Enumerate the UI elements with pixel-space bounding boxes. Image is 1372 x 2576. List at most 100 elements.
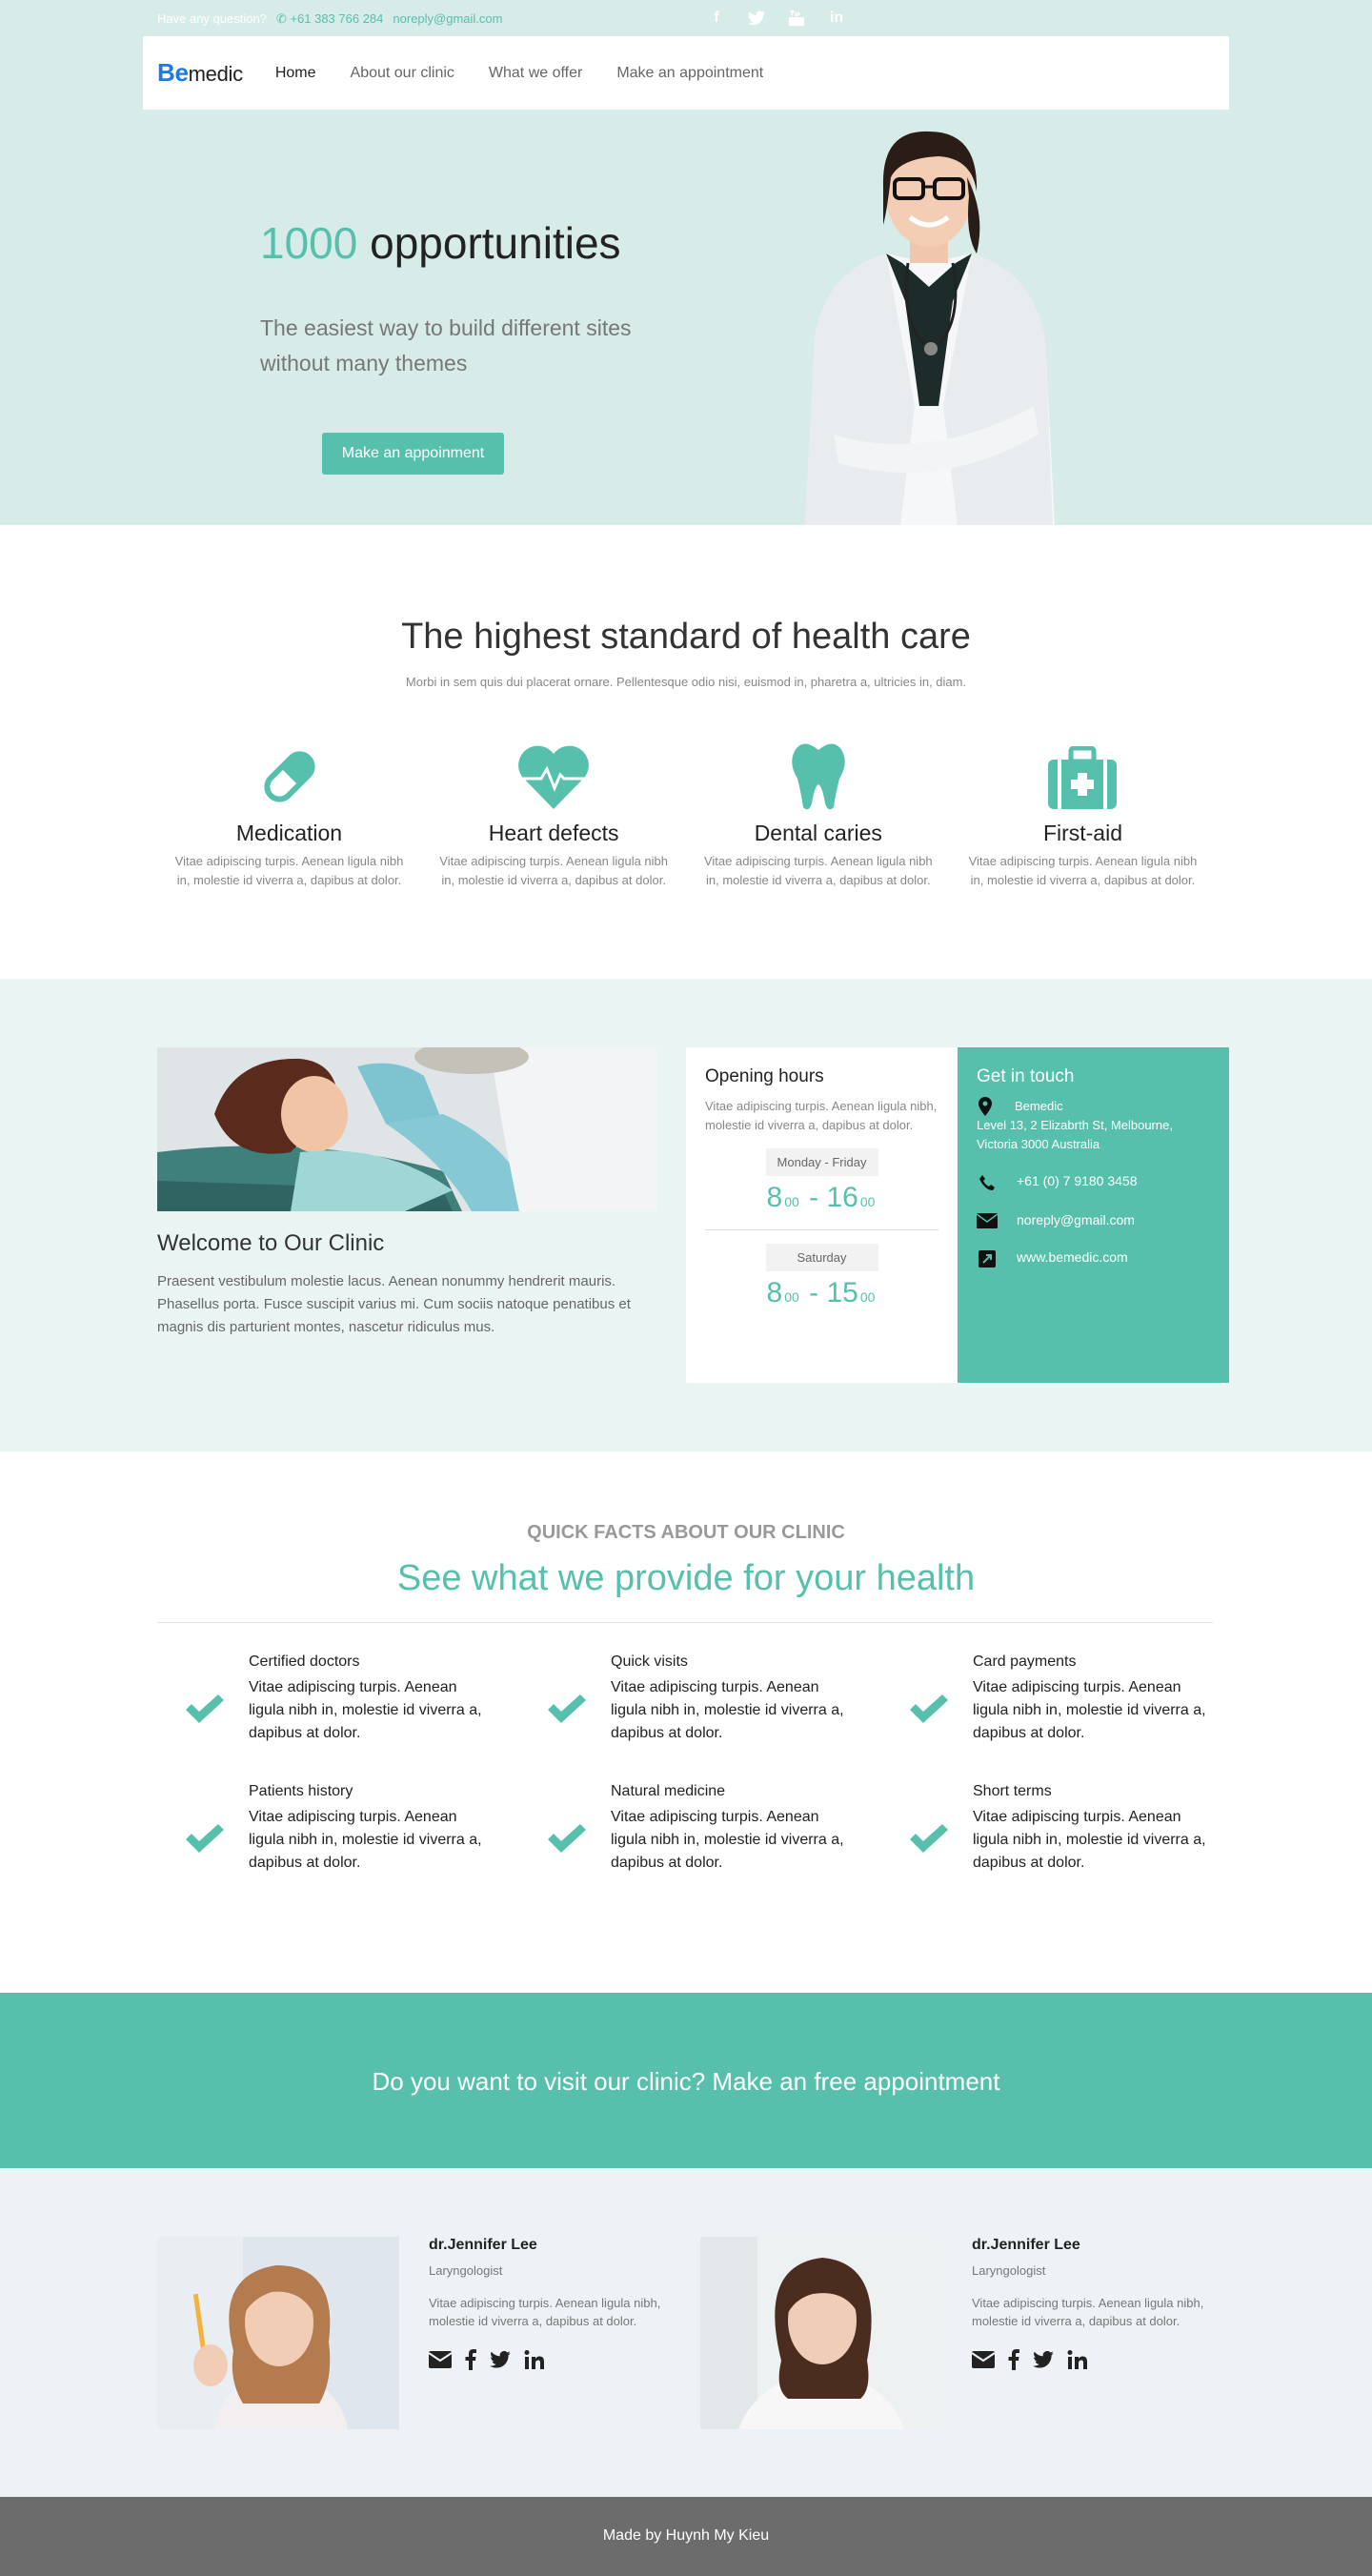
doctor-social bbox=[429, 2349, 705, 2370]
nav-home[interactable]: Home bbox=[275, 65, 316, 82]
fact-item: Quick visits Vitae adipiscing turpis. Aen… bbox=[519, 1653, 881, 1745]
nav-offer[interactable]: What we offer bbox=[489, 65, 582, 82]
facebook-icon[interactable]: f bbox=[707, 9, 726, 28]
page-footer: Made by Huynh My Kieu bbox=[0, 2497, 1372, 2576]
first-aid-kit-icon bbox=[951, 725, 1215, 811]
doctor-info: dr.Jennifer Lee Laryngologist Vitae adip… bbox=[429, 2237, 705, 2370]
fact-title: Patients history bbox=[249, 1783, 353, 1799]
facts-divider bbox=[157, 1622, 1213, 1623]
fact-title: Natural medicine bbox=[611, 1783, 726, 1799]
main-navbar: Bemedic Home About our clinic What we of… bbox=[143, 36, 1229, 110]
heart-pulse-icon bbox=[422, 725, 686, 811]
contact-phone[interactable]: +61 (0) 7 9180 3458 bbox=[977, 1173, 1210, 1191]
feature-text: Vitae adipiscing turpis. Aenean ligula n… bbox=[703, 854, 933, 887]
nav-appointment[interactable]: Make an appointment bbox=[616, 65, 763, 82]
linkedin-icon[interactable] bbox=[1067, 2349, 1088, 2370]
hero-appointment-button[interactable]: Make an appoinment bbox=[322, 433, 504, 475]
weekdays-time: 8 00 - 16 00 bbox=[766, 1182, 876, 1213]
feature-heart: Heart defects Vitae adipiscing turpis. A… bbox=[422, 725, 686, 890]
feature-text: Vitae adipiscing turpis. Aenean ligula n… bbox=[174, 854, 404, 887]
top-phone[interactable]: ✆ +61 383 766 284 bbox=[276, 11, 383, 27]
feature-title: First-aid bbox=[1042, 821, 1122, 845]
fact-text: Vitae adipiscing turpis. Aenean ligula n… bbox=[611, 1679, 844, 1741]
checkmark-icon bbox=[519, 1653, 588, 1745]
checkmark-icon bbox=[881, 1653, 950, 1745]
footer-credit: Made by Huynh My Kieu bbox=[602, 2527, 770, 2544]
welcome-title: Welcome to Our Clinic bbox=[157, 1230, 385, 1256]
feature-title: Heart defects bbox=[488, 821, 619, 845]
hours-divider bbox=[705, 1229, 938, 1230]
weekdays-label: Monday - Friday bbox=[765, 1148, 878, 1176]
feature-first-aid: First-aid Vitae adipiscing turpis. Aenea… bbox=[951, 725, 1215, 890]
feature-text: Vitae adipiscing turpis. Aenean ligula n… bbox=[439, 854, 669, 887]
question-text: Have any question? bbox=[157, 11, 267, 26]
nav-about[interactable]: About our clinic bbox=[351, 65, 454, 82]
fact-text: Vitae adipiscing turpis. Aenean ligula n… bbox=[249, 1809, 482, 1871]
health-care-section: The highest standard of health care Morb… bbox=[0, 525, 1372, 979]
saturday-time: 8 00 - 15 00 bbox=[766, 1277, 876, 1308]
opening-hours-card: Opening hours Vitae adipiscing turpis. A… bbox=[686, 1047, 958, 1383]
saturday-label: Saturday bbox=[765, 1244, 878, 1271]
appointment-cta: Do you want to visit our clinic? Make an… bbox=[0, 1993, 1372, 2168]
linkedin-icon[interactable]: in bbox=[827, 9, 846, 28]
doctor-photo bbox=[157, 2237, 399, 2429]
hero-subtitle: The easiest way to build different sites… bbox=[260, 315, 632, 375]
checkmark-icon bbox=[157, 1653, 226, 1745]
doctor-bio: Vitae adipiscing turpis. Aenean ligula n… bbox=[429, 2296, 661, 2328]
contact-website[interactable]: www.bemedic.com bbox=[977, 1249, 1210, 1268]
feature-text: Vitae adipiscing turpis. Aenean ligula n… bbox=[968, 854, 1198, 887]
fact-text: Vitae adipiscing turpis. Aenean ligula n… bbox=[973, 1809, 1206, 1871]
fact-title: Short terms bbox=[973, 1783, 1052, 1799]
facts-grid: Certified doctors Vitae adipiscing turpis… bbox=[157, 1653, 1243, 1875]
health-title: The highest standard of health care bbox=[401, 617, 971, 657]
doctor-info: dr.Jennifer Lee Laryngologist Vitae adip… bbox=[972, 2237, 1248, 2370]
checkmark-icon bbox=[519, 1783, 588, 1875]
doctor-role: Laryngologist bbox=[972, 2263, 1046, 2278]
contact-address-text: Level 13, 2 Elizabrth St, Melbourne, Vic… bbox=[977, 1118, 1173, 1151]
envelope-icon[interactable] bbox=[429, 2351, 452, 2368]
youtube-icon[interactable] bbox=[787, 9, 806, 28]
feature-dental: Dental caries Vitae adipiscing turpis. A… bbox=[686, 725, 950, 890]
fact-text: Vitae adipiscing turpis. Aenean ligula n… bbox=[611, 1809, 844, 1871]
fact-item: Natural medicine Vitae adipiscing turpis.… bbox=[519, 1783, 881, 1875]
get-in-touch-card: Get in touch Bemedic Level 13, 2 Elizabr… bbox=[958, 1047, 1229, 1383]
facebook-icon[interactable] bbox=[1008, 2349, 1019, 2370]
hero-title: 1000 opportunities bbox=[260, 218, 621, 268]
top-bar: Have any question? ✆ +61 383 766 284 nor… bbox=[0, 0, 1372, 36]
doctor-role: Laryngologist bbox=[429, 2263, 503, 2278]
doctor-portrait bbox=[805, 131, 1055, 525]
pill-icon bbox=[157, 725, 421, 811]
linkedin-icon[interactable] bbox=[524, 2349, 545, 2370]
external-link-icon bbox=[977, 1249, 998, 1268]
twitter-icon[interactable] bbox=[747, 9, 766, 28]
doctor-name: dr.Jennifer Lee bbox=[429, 2237, 537, 2253]
contact-email[interactable]: noreply@gmail.com bbox=[977, 1212, 1210, 1228]
facts-kicker: QUICK FACTS ABOUT OUR CLINIC bbox=[527, 1522, 845, 1543]
hero-section: Bemedic Home About our clinic What we of… bbox=[0, 36, 1372, 525]
health-lead: Morbi in sem quis dui placerat ornare. P… bbox=[405, 675, 967, 689]
fact-title: Certified doctors bbox=[249, 1653, 360, 1670]
facebook-icon[interactable] bbox=[465, 2349, 476, 2370]
brand-logo[interactable]: Bemedic bbox=[157, 58, 243, 88]
hours-title: Opening hours bbox=[705, 1066, 824, 1086]
feature-title: Medication bbox=[235, 821, 343, 845]
twitter-icon[interactable] bbox=[1033, 2351, 1054, 2368]
fact-item: Patients history Vitae adipiscing turpis.… bbox=[157, 1783, 519, 1875]
contact-address: Bemedic Level 13, 2 Elizabrth St, Melbou… bbox=[977, 1097, 1210, 1154]
cta-link[interactable]: Do you want to visit our clinic? Make an… bbox=[0, 2067, 1372, 2097]
phone-icon bbox=[977, 1173, 998, 1191]
feature-medication: Medication Vitae adipiscing turpis. Aene… bbox=[157, 725, 421, 890]
doctor-card: dr.Jennifer Lee Laryngologist Vitae adip… bbox=[700, 2237, 1243, 2429]
top-email[interactable]: noreply@gmail.com bbox=[393, 11, 502, 27]
fact-text: Vitae adipiscing turpis. Aenean ligula n… bbox=[249, 1679, 482, 1741]
envelope-icon[interactable] bbox=[972, 2351, 995, 2368]
twitter-icon[interactable] bbox=[490, 2351, 511, 2368]
quick-facts-section: QUICK FACTS ABOUT OUR CLINIC See what we… bbox=[0, 1451, 1372, 1993]
checkmark-icon bbox=[157, 1783, 226, 1875]
doctor-photo bbox=[700, 2237, 942, 2429]
doctor-card: dr.Jennifer Lee Laryngologist Vitae adip… bbox=[157, 2237, 700, 2429]
doctor-name: dr.Jennifer Lee bbox=[972, 2237, 1080, 2253]
doctors-section: dr.Jennifer Lee Laryngologist Vitae adip… bbox=[0, 2168, 1372, 2497]
checkmark-icon bbox=[881, 1783, 950, 1875]
envelope-icon bbox=[977, 1212, 998, 1228]
